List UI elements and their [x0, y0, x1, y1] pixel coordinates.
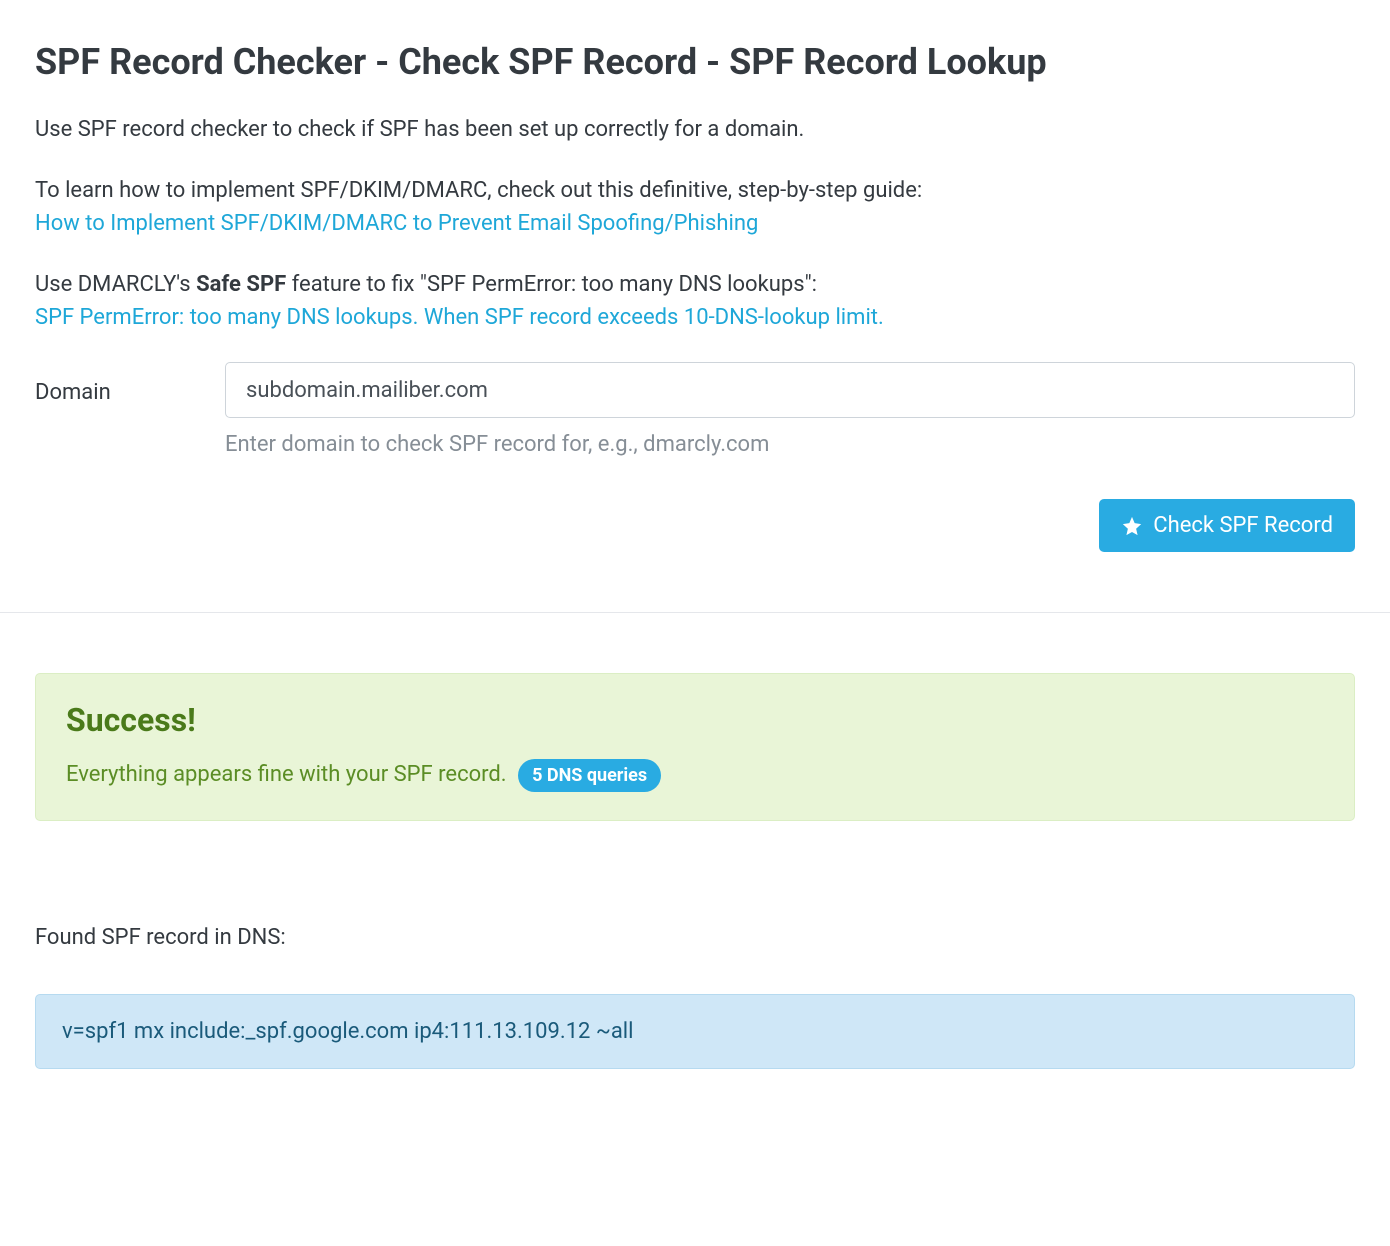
success-panel: Success! Everything appears fine with yo… [35, 673, 1355, 821]
dns-query-badge: 5 DNS queries [518, 759, 661, 792]
intro-text-2: To learn how to implement SPF/DKIM/DMARC… [35, 178, 922, 203]
intro-text-3b: feature to fix "SPF PermError: too many … [286, 272, 817, 297]
safe-spf-bold: Safe SPF [196, 272, 286, 297]
star-icon [1121, 515, 1143, 537]
section-divider [0, 612, 1390, 613]
intro-paragraph-2: To learn how to implement SPF/DKIM/DMARC… [35, 174, 1355, 240]
success-title: Success! [66, 696, 1324, 744]
success-text: Everything appears fine with your SPF re… [66, 762, 507, 787]
domain-label: Domain [35, 362, 225, 409]
spf-record-box: v=spf1 mx include:_spf.google.com ip4:11… [35, 994, 1355, 1069]
domain-input[interactable] [225, 362, 1355, 418]
check-spf-button-label: Check SPF Record [1153, 513, 1333, 538]
domain-helper-text: Enter domain to check SPF record for, e.… [225, 428, 1355, 461]
found-spf-label: Found SPF record in DNS: [35, 921, 1355, 954]
intro-text-1: Use SPF record checker to check if SPF h… [35, 113, 1355, 146]
permerror-link[interactable]: SPF PermError: too many DNS lookups. Whe… [35, 305, 884, 330]
intro-text-3a: Use DMARCLY's [35, 272, 196, 297]
guide-link[interactable]: How to Implement SPF/DKIM/DMARC to Preve… [35, 211, 758, 236]
check-spf-button[interactable]: Check SPF Record [1099, 499, 1355, 552]
page-title: SPF Record Checker - Check SPF Record - … [35, 35, 1355, 89]
intro-paragraph-3: Use DMARCLY's Safe SPF feature to fix "S… [35, 268, 1355, 334]
